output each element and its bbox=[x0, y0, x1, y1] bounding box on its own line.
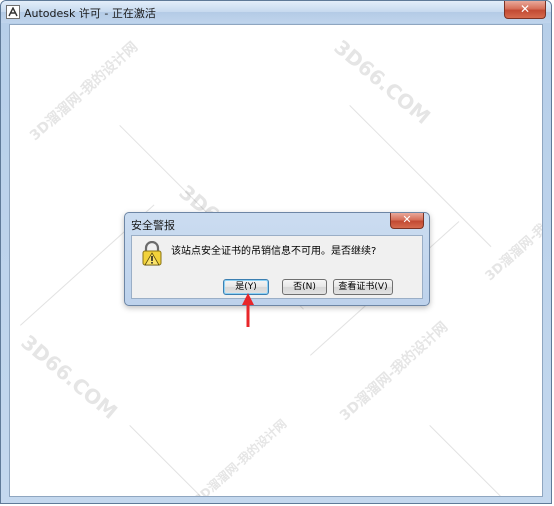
window-close-button[interactable]: ✕ bbox=[504, 1, 546, 19]
watermark-line bbox=[429, 425, 501, 496]
dialog-title: 安全警报 bbox=[131, 219, 175, 232]
close-icon: ✕ bbox=[519, 2, 531, 16]
watermark-text: 3D溜溜网-我的设计网 bbox=[191, 416, 290, 497]
security-alert-dialog: 安全警报 ✕ 该站点安全证书的吊销信息不可用。是否继续? 是(Y) 否(N) 查… bbox=[124, 212, 430, 306]
close-icon: ✕ bbox=[402, 213, 412, 226]
dialog-body: 该站点安全证书的吊销信息不可用。是否继续? 是(Y) 否(N) 查看证书(V) bbox=[131, 235, 423, 299]
dialog-close-button[interactable]: ✕ bbox=[390, 213, 424, 229]
security-warning-lock-icon bbox=[140, 240, 164, 271]
window-title: Autodesk 许可 - 正在激活 bbox=[24, 7, 156, 20]
view-certificate-button[interactable]: 查看证书(V) bbox=[333, 279, 393, 295]
watermark-text: 3D溜溜网-我的设计网 bbox=[482, 186, 543, 285]
window-titlebar[interactable]: Autodesk 许可 - 正在激活 ✕ bbox=[1, 1, 551, 23]
watermark-text: 3D66.COM bbox=[16, 330, 123, 424]
watermark-text: 3D66.COM bbox=[329, 35, 436, 129]
dialog-message: 该站点安全证书的吊销信息不可用。是否继续? bbox=[171, 246, 377, 257]
red-arrow-up-icon bbox=[242, 293, 254, 331]
autodesk-a-icon bbox=[6, 5, 20, 19]
no-button[interactable]: 否(N) bbox=[282, 279, 327, 295]
watermark-text: 3D溜溜网-我的设计网 bbox=[337, 319, 452, 425]
